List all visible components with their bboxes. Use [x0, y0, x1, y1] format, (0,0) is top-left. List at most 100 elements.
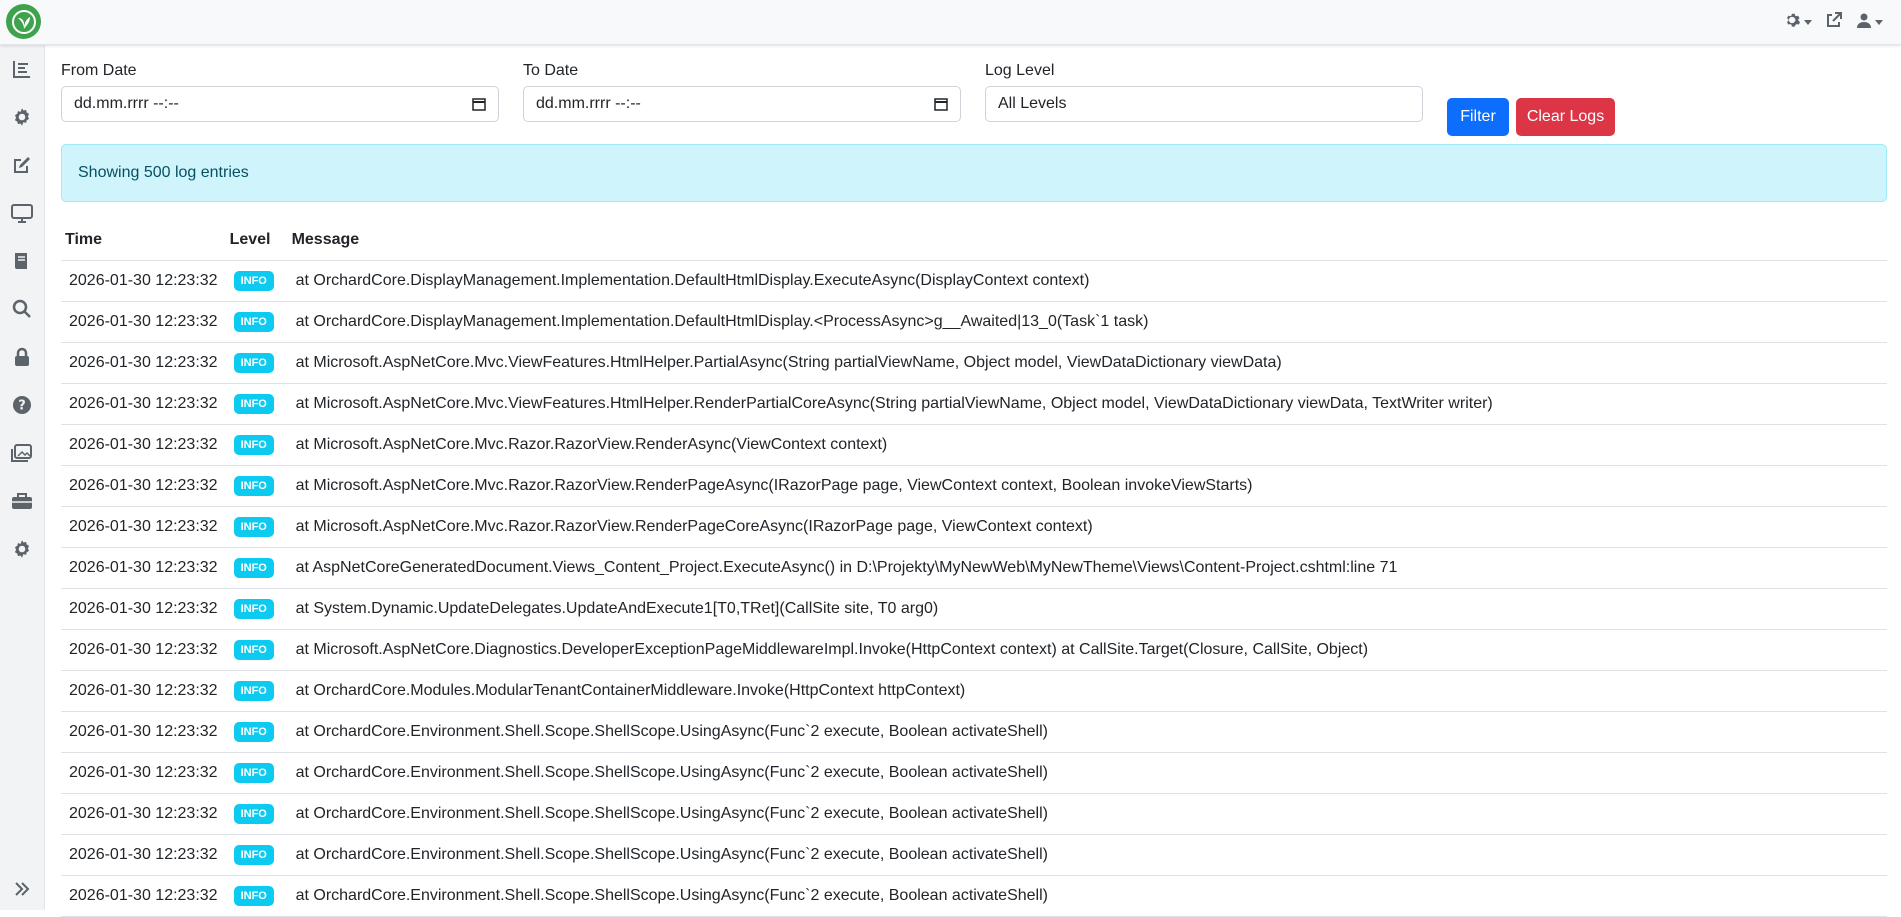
level-badge: INFO — [233, 435, 274, 455]
chart-icon — [13, 61, 30, 78]
column-header-time[interactable]: Time — [61, 220, 226, 261]
log-time: 2026-01-30 12:23:32 — [61, 670, 226, 712]
clear-logs-button[interactable]: Clear Logs — [1516, 98, 1615, 136]
table-row[interactable]: 2026-01-30 12:23:32 INFO at System.Dynamic… — [61, 588, 1887, 630]
log-level-cell: INFO — [225, 752, 288, 794]
level-badge: INFO — [233, 640, 274, 660]
chevron-down-icon — [1804, 19, 1812, 25]
log-time: 2026-01-30 12:23:32 — [61, 875, 226, 917]
table-row[interactable]: 2026-01-30 12:23:32 INFO at Microsoft.AspN… — [61, 424, 1887, 466]
table-row[interactable]: 2026-01-30 12:23:32 INFO at OrchardCore.En… — [61, 875, 1887, 917]
to-date-input[interactable]: dd.mm.rrrr --:-- — [523, 86, 961, 122]
log-time: 2026-01-30 12:23:32 — [61, 465, 226, 507]
filter-form: From Date dd.mm.rrrr --:-- To Date dd.mm… — [61, 60, 1887, 136]
log-message: at Microsoft.AspNetCore.Mvc.Razor.RazorV… — [287, 506, 1887, 548]
sidebar-item-documentation[interactable] — [7, 246, 37, 276]
log-level-cell: INFO — [225, 383, 288, 425]
table-row[interactable]: 2026-01-30 12:23:32 INFO at OrchardCore.Mo… — [61, 670, 1887, 712]
table-row[interactable]: 2026-01-30 12:23:32 INFO at Microsoft.AspN… — [61, 465, 1887, 507]
leaf-logo-icon[interactable] — [6, 4, 41, 39]
level-badge: INFO — [233, 476, 274, 496]
sidebar-item-content[interactable] — [7, 150, 37, 180]
log-time: 2026-01-30 12:23:32 — [61, 383, 226, 425]
log-level-cell: INFO — [225, 260, 288, 302]
to-date-value: dd.mm.rrrr --:-- — [536, 95, 641, 112]
log-time: 2026-01-30 12:23:32 — [61, 424, 226, 466]
log-level-cell: INFO — [225, 588, 288, 630]
log-level-cell: INFO — [225, 711, 288, 753]
to-date-label: To Date — [523, 62, 579, 79]
sidebar-item-search[interactable] — [7, 294, 37, 324]
log-time: 2026-01-30 12:23:32 — [61, 793, 226, 835]
from-date-input[interactable]: dd.mm.rrrr --:-- — [61, 86, 499, 122]
table-row[interactable]: 2026-01-30 12:23:32 INFO at OrchardCore.Di… — [61, 301, 1887, 343]
log-level-cell: INFO — [225, 793, 288, 835]
table-header-row: Time Level Message — [61, 220, 1887, 261]
level-badge: INFO — [233, 845, 274, 865]
log-time: 2026-01-30 12:23:32 — [61, 547, 226, 589]
log-message: at Microsoft.AspNetCore.Mvc.ViewFeatures… — [287, 383, 1887, 425]
level-badge: INFO — [233, 517, 274, 537]
column-header-message[interactable]: Message — [287, 220, 1887, 261]
question-icon: ? — [13, 396, 31, 414]
sidebar-item-design[interactable] — [7, 198, 37, 228]
log-message: at Microsoft.AspNetCore.Mvc.ViewFeatures… — [287, 342, 1887, 384]
level-badge: INFO — [233, 763, 274, 783]
open-site-link[interactable] — [1826, 11, 1842, 33]
log-time: 2026-01-30 12:23:32 — [61, 506, 226, 548]
table-row[interactable]: 2026-01-30 12:23:32 INFO at OrchardCore.En… — [61, 752, 1887, 794]
sidebar-item-help[interactable]: ? — [7, 390, 37, 420]
level-badge: INFO — [233, 394, 274, 414]
level-badge: INFO — [233, 599, 274, 619]
external-link-icon — [1826, 11, 1842, 33]
log-time: 2026-01-30 12:23:32 — [61, 342, 226, 384]
log-message: at OrchardCore.Environment.Shell.Scope.S… — [287, 834, 1887, 876]
log-time: 2026-01-30 12:23:32 — [61, 301, 226, 343]
log-level-cell: INFO — [225, 875, 288, 917]
table-row[interactable]: 2026-01-30 12:23:32 INFO at OrchardCore.En… — [61, 711, 1887, 753]
sidebar-item-tools[interactable] — [7, 486, 37, 516]
log-level-select[interactable]: All Levels — [985, 86, 1423, 122]
log-level-value: All Levels — [998, 95, 1067, 112]
log-message: at OrchardCore.Environment.Shell.Scope.S… — [287, 711, 1887, 753]
table-row[interactable]: 2026-01-30 12:23:32 INFO at OrchardCore.En… — [61, 793, 1887, 835]
svg-text:?: ? — [18, 399, 26, 414]
table-row[interactable]: 2026-01-30 12:23:32 INFO at AspNetCoreGene… — [61, 547, 1887, 589]
gear-icon — [14, 540, 30, 558]
table-row[interactable]: 2026-01-30 12:23:32 INFO at Microsoft.AspN… — [61, 506, 1887, 548]
gear-icon — [14, 108, 30, 126]
sidebar-item-settings[interactable] — [7, 534, 37, 564]
calendar-icon[interactable] — [934, 97, 948, 111]
filter-button[interactable]: Filter — [1447, 98, 1509, 136]
column-header-level[interactable]: Level — [225, 220, 288, 261]
sidebar-item-configuration[interactable] — [7, 102, 37, 132]
log-message: at OrchardCore.Environment.Shell.Scope.S… — [287, 752, 1887, 794]
table-row[interactable]: 2026-01-30 12:23:32 INFO at Microsoft.AspN… — [61, 383, 1887, 425]
calendar-icon[interactable] — [472, 97, 486, 111]
level-badge: INFO — [233, 558, 274, 578]
log-message: at Microsoft.AspNetCore.Mvc.Razor.RazorV… — [287, 465, 1887, 507]
log-table: Time Level Message 2026-01-30 12:23:32 IN… — [61, 220, 1887, 917]
user-dropdown[interactable] — [1856, 12, 1883, 33]
to-date-group: To Date dd.mm.rrrr --:-- — [523, 60, 961, 122]
sidebar-item-security[interactable] — [7, 342, 37, 372]
settings-dropdown[interactable] — [1783, 11, 1812, 34]
log-level-group: Log Level All Levels — [985, 60, 1423, 122]
double-chevron-right-icon — [15, 882, 30, 896]
log-level-cell: INFO — [225, 629, 288, 671]
images-icon — [11, 444, 32, 462]
log-message: at Microsoft.AspNetCore.Mvc.Razor.RazorV… — [287, 424, 1887, 466]
log-time: 2026-01-30 12:23:32 — [61, 834, 226, 876]
log-message: at OrchardCore.DisplayManagement.Impleme… — [287, 260, 1887, 302]
table-row[interactable]: 2026-01-30 12:23:32 INFO at Microsoft.AspN… — [61, 342, 1887, 384]
sidebar-item-dashboard[interactable] — [7, 54, 37, 84]
table-row[interactable]: 2026-01-30 12:23:32 INFO at Microsoft.AspN… — [61, 629, 1887, 671]
sidebar-collapse-toggle[interactable] — [7, 874, 37, 904]
chevron-down-icon — [1875, 19, 1883, 25]
top-navbar — [0, 0, 1901, 45]
sidebar-item-media[interactable] — [7, 438, 37, 468]
log-level-label: Log Level — [985, 62, 1055, 79]
log-message: at OrchardCore.Environment.Shell.Scope.S… — [287, 793, 1887, 835]
table-row[interactable]: 2026-01-30 12:23:32 INFO at OrchardCore.En… — [61, 834, 1887, 876]
table-row[interactable]: 2026-01-30 12:23:32 INFO at OrchardCore.Di… — [61, 260, 1887, 302]
